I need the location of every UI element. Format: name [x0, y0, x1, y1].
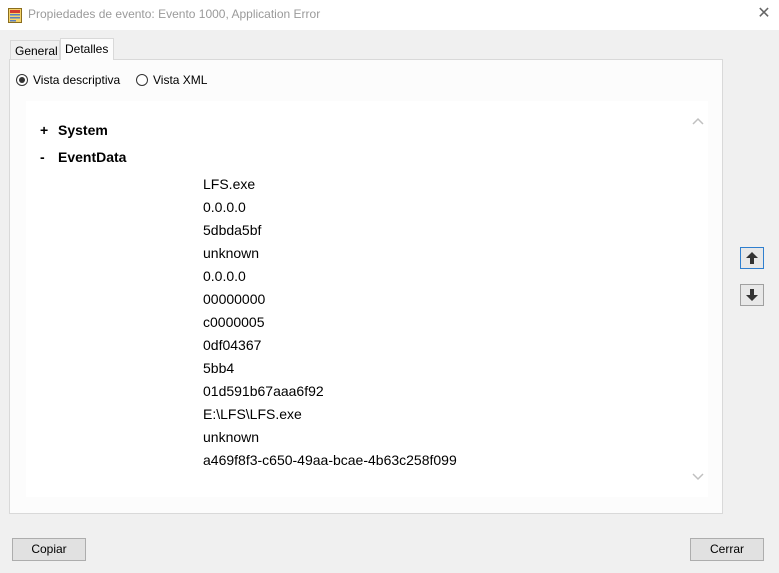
arrow-up-icon	[746, 252, 758, 264]
title-bar: Propiedades de evento: Evento 1000, Appl…	[0, 0, 779, 30]
descriptive-view-radio[interactable]: Vista descriptiva	[16, 72, 120, 88]
event-data-value: unknown	[203, 245, 260, 261]
event-data-value: 5bb4	[203, 360, 235, 376]
event-data-value: 0df04367	[203, 337, 262, 353]
event-data-value: unknown	[203, 429, 260, 445]
event-data-value: 0.0.0.0	[203, 199, 246, 215]
collapse-icon[interactable]: -	[40, 149, 58, 165]
tree-node-eventdata-label: EventData	[58, 149, 127, 165]
previous-event-button[interactable]	[740, 247, 764, 269]
tree-node-system[interactable]: + System	[40, 122, 108, 138]
scroll-up-chevron-icon[interactable]	[692, 116, 704, 128]
event-viewer-app-icon	[8, 8, 22, 23]
window-title: Propiedades de evento: Evento 1000, Appl…	[28, 7, 321, 21]
next-event-button[interactable]	[740, 284, 764, 306]
close-window-button[interactable]: ✕	[752, 2, 776, 26]
close-button[interactable]: Cerrar	[690, 538, 764, 561]
event-details-view: + System - EventData LFS.exe 0.0.0.0 5db…	[26, 101, 708, 497]
event-data-value: c0000005	[203, 314, 265, 330]
tree-node-eventdata[interactable]: - EventData	[40, 149, 126, 165]
expand-icon[interactable]: +	[40, 122, 58, 138]
tree-node-system-label: System	[58, 122, 108, 138]
radio-checked-icon	[16, 74, 28, 86]
xml-view-radio[interactable]: Vista XML	[136, 72, 207, 88]
event-data-value: LFS.exe	[203, 176, 256, 192]
xml-view-label: Vista XML	[153, 73, 208, 87]
scroll-down-chevron-icon[interactable]	[692, 470, 704, 482]
radio-unchecked-icon	[136, 74, 148, 86]
copy-button[interactable]: Copiar	[12, 538, 86, 561]
descriptive-view-label: Vista descriptiva	[33, 73, 121, 87]
tab-general[interactable]: General	[10, 40, 60, 60]
event-data-value: 5dbda5bf	[203, 222, 262, 238]
event-data-value: a469f8f3-c650-49aa-bcae-4b63c258f099	[203, 452, 457, 468]
event-data-value: 00000000	[203, 291, 266, 307]
close-icon: ✕	[757, 5, 771, 22]
tab-detalles[interactable]: Detalles	[60, 38, 114, 60]
event-data-value: 0.0.0.0	[203, 268, 246, 284]
event-data-value: E:\LFS\LFS.exe	[203, 406, 302, 422]
event-data-value: 01d591b67aaa6f92	[203, 383, 324, 399]
event-data-list: LFS.exe 0.0.0.0 5dbda5bf unknown 0.0.0.0…	[203, 173, 457, 472]
arrow-down-icon	[746, 289, 758, 301]
